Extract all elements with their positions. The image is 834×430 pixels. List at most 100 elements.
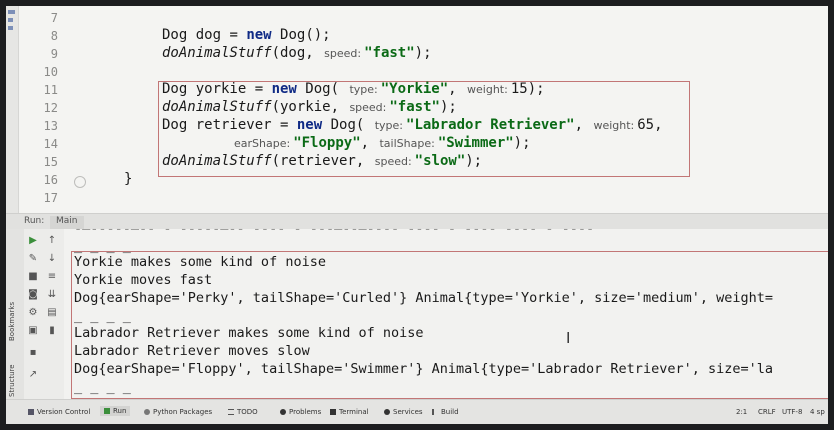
- run-toolbar: ▶ ↑ ✎ ↓ ■ ≡ ◙ ⇊ ⚙ ▤ ▣ ▮ ▪ ↗: [24, 229, 65, 399]
- console-output[interactable]: ‐–‑‑‐‐‑–‑‐ ‑ ‑‑‐‐‑–‑‐ ‑‐‐‑ ‑ ‐‑‑–‐‐–‑‑‐‐…: [64, 221, 828, 399]
- problems-label: Problems: [289, 408, 322, 416]
- ide-window: 7 8 9 10 11 12 13 14 15 16 17 Dog dog = …: [6, 6, 828, 424]
- parameter-hint: type:: [349, 83, 378, 96]
- code-token: (retriever,: [271, 153, 373, 169]
- settings-icon[interactable]: ⚙: [27, 307, 39, 319]
- code-token: ,: [448, 81, 466, 97]
- terminal-tab[interactable]: Terminal: [330, 408, 369, 416]
- camera-icon[interactable]: ◙: [27, 289, 39, 301]
- code-token: Dog();: [271, 27, 331, 43]
- pull-request-icon[interactable]: [8, 26, 13, 30]
- line-number: 16: [43, 173, 58, 187]
- bookmarks-tab[interactable]: Bookmarks: [8, 302, 16, 341]
- rerun-icon[interactable]: ▶: [27, 235, 39, 247]
- status-bar: Version Control Run Python Packages TODO…: [6, 399, 828, 424]
- line-number: 10: [43, 65, 58, 79]
- problems-icon: [280, 409, 286, 415]
- code-token: ,: [360, 135, 378, 151]
- project-icon[interactable]: [8, 10, 15, 14]
- code-line-11[interactable]: Dog yorkie = new Dog( type: "Yorkie", wei…: [162, 80, 545, 99]
- console-line: Labrador Retriever makes some kind of no…: [74, 325, 424, 341]
- run-tab[interactable]: Run: [100, 406, 131, 416]
- run-label: Run:: [24, 216, 45, 226]
- parameter-hint: tailShape:: [379, 137, 435, 150]
- code-token: (dog,: [271, 45, 323, 61]
- soft-wrap-icon[interactable]: ≡: [46, 271, 58, 283]
- parameter-hint: weight:: [593, 119, 635, 132]
- file-encoding[interactable]: UTF-8: [782, 408, 802, 416]
- line-number: 14: [43, 137, 58, 151]
- code-token: dog =: [187, 27, 247, 43]
- closing-brace: }: [124, 171, 133, 187]
- version-control-tab[interactable]: Version Control: [28, 408, 90, 416]
- keyword-token: new: [271, 81, 297, 97]
- code-line-13[interactable]: Dog retriever = new Dog( type: "Labrador …: [162, 116, 663, 135]
- console-line: ‐–‑‑‐‐‑–‑‐ ‑ ‑‑‐‐‑–‑‐ ‑‐‐‑ ‑ ‐‑‑–‐‐–‑‑‐‐…: [74, 221, 595, 237]
- code-token: ,: [574, 117, 592, 133]
- code-line-14[interactable]: earShape: "Floppy", tailShape: "Swimmer");: [232, 134, 531, 153]
- line-number: 9: [50, 47, 58, 61]
- hammer-icon: [432, 409, 438, 415]
- code-line-8[interactable]: Dog dog = new Dog();: [162, 26, 331, 44]
- code-token: );: [414, 45, 432, 61]
- number-token: 65: [637, 117, 655, 133]
- method-call-token: doAnimalStuff: [162, 153, 272, 169]
- side-tool-strip: Bookmarks Structure: [6, 229, 24, 399]
- parameter-hint: speed:: [349, 101, 387, 114]
- code-token: );: [513, 135, 531, 151]
- code-token: );: [439, 99, 457, 115]
- line-number: 8: [50, 29, 58, 43]
- string-token: "fast": [364, 45, 415, 61]
- code-token: Dog yorkie =: [162, 81, 272, 97]
- console-line: _ _ _ _: [74, 379, 131, 395]
- code-line-9[interactable]: doAnimalStuff(dog, speed: "fast");: [162, 44, 432, 63]
- keyword-token: new: [296, 117, 323, 133]
- indent-setting[interactable]: 4 sp: [810, 408, 825, 416]
- problems-tab[interactable]: Problems: [280, 408, 321, 416]
- code-editor[interactable]: 7 8 9 10 11 12 13 14 15 16 17 Dog dog = …: [6, 6, 828, 214]
- print-icon[interactable]: ▤: [46, 307, 58, 319]
- code-line-12[interactable]: doAnimalStuff(yorkie, speed: "fast");: [162, 98, 457, 117]
- string-token: "Labrador Retriever": [406, 117, 575, 133]
- bookmark-icon[interactable]: ↗: [27, 369, 39, 381]
- scroll-up-icon[interactable]: ↑: [46, 235, 58, 247]
- python-packages-tab[interactable]: Python Packages: [144, 408, 212, 416]
- console-line: Yorkie moves fast: [74, 272, 213, 288]
- console-line: Dog{earShape='Floppy', tailShape='Swimme…: [74, 361, 773, 377]
- pin-icon[interactable]: ▪: [27, 347, 39, 359]
- structure-tab[interactable]: Structure: [8, 364, 16, 397]
- services-tab[interactable]: Services: [384, 408, 423, 416]
- code-token: (yorkie,: [271, 99, 348, 115]
- commit-icon[interactable]: [8, 18, 13, 22]
- string-token: "fast": [389, 99, 440, 115]
- code-line-15[interactable]: doAnimalStuff(retriever, speed: "slow");: [162, 152, 482, 171]
- restore-layout-icon[interactable]: ▣: [27, 325, 39, 337]
- string-token: "slow": [414, 153, 466, 169]
- fold-marker-icon[interactable]: [74, 176, 86, 188]
- trash-icon[interactable]: ▮: [46, 325, 58, 337]
- terminal-label: Terminal: [339, 408, 369, 416]
- code-line-16[interactable]: }: [124, 170, 132, 188]
- line-number: 7: [50, 11, 58, 25]
- stop-icon[interactable]: ■: [27, 271, 39, 283]
- code-token: Dog(: [296, 81, 348, 97]
- todo-tab[interactable]: TODO: [228, 408, 258, 416]
- python-packages-label: Python Packages: [153, 408, 213, 416]
- wrench-icon[interactable]: ✎: [27, 253, 39, 265]
- build-tab[interactable]: Build: [432, 408, 459, 416]
- scroll-down-icon[interactable]: ↓: [46, 253, 58, 265]
- scroll-to-end-icon[interactable]: ⇊: [46, 289, 58, 301]
- version-control-label: Version Control: [37, 408, 91, 416]
- build-label: Build: [441, 408, 459, 416]
- console-line: Dog{earShape='Perky', tailShape='Curled'…: [74, 290, 773, 306]
- string-token: "Floppy": [293, 135, 361, 151]
- line-separator[interactable]: CRLF: [758, 408, 776, 416]
- line-gutter: 7 8 9 10 11 12 13 14 15 16 17: [18, 6, 70, 214]
- todo-icon: [228, 409, 234, 415]
- parameter-hint: speed:: [374, 155, 412, 168]
- code-token: Dog(: [322, 117, 373, 133]
- parameter-hint: earShape:: [234, 137, 291, 150]
- text-cursor-icon: I: [566, 329, 571, 347]
- caret-position[interactable]: 2:1: [736, 408, 747, 416]
- line-number: 13: [43, 119, 58, 133]
